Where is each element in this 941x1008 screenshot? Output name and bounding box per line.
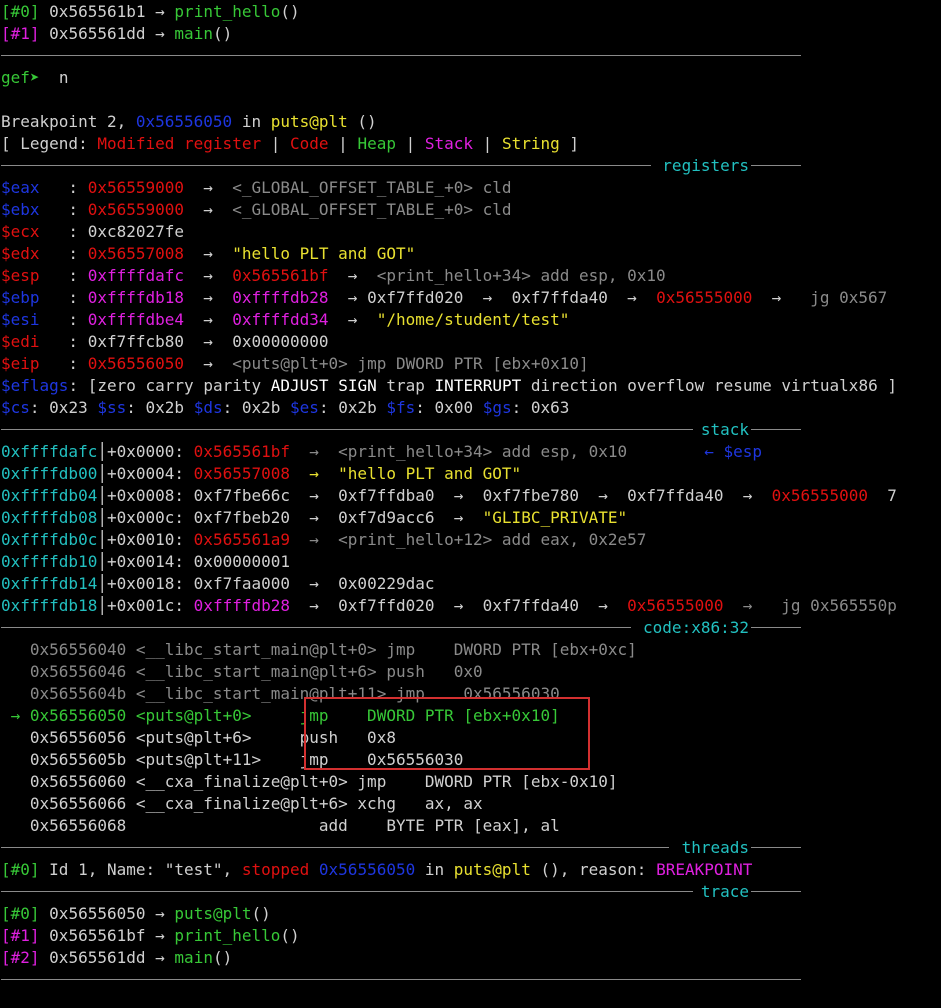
register-ebx: $ebx : 0x56559000 → <_GLOBAL_OFFSET_TABL… bbox=[1, 200, 512, 219]
highlight-box bbox=[304, 697, 590, 770]
trace-frame: [#0] 0x56556050 → puts@plt() bbox=[1, 904, 271, 923]
register-eax: $eax : 0x56559000 → <_GLOBAL_OFFSET_TABL… bbox=[1, 178, 512, 197]
registers-header: registers bbox=[1, 155, 941, 177]
backtrace-frame-0: [#0] 0x565561b1 → print_hello() bbox=[1, 2, 300, 21]
segment-registers: $cs: 0x23 $ss: 0x2b $ds: 0x2b $es: 0x2b … bbox=[1, 398, 570, 417]
stack-row: 0xffffdb00│+0x0004: 0x56557008 → "hello … bbox=[1, 464, 522, 483]
terminal[interactable]: [#0] 0x565561b1 → print_hello() [#1] 0x5… bbox=[1, 1, 941, 991]
stack-row: 0xffffdb18│+0x001c: 0xffffdb28 → 0xf7ffd… bbox=[1, 596, 897, 615]
register-eip: $eip : 0x56556050 → <puts@plt+0> jmp DWO… bbox=[1, 354, 589, 373]
register-edx: $edx : 0x56557008 → "hello PLT and GOT" bbox=[1, 244, 416, 263]
command-text: n bbox=[58, 68, 69, 87]
legend: [ Legend: Modified register | Code | Hea… bbox=[1, 134, 580, 153]
prompt-arrow-icon: ➤ bbox=[29, 68, 40, 87]
breakpoint-line: Breakpoint 2, 0x56556050 in puts@plt () bbox=[1, 112, 377, 131]
code-line: 0x56556068 add BYTE PTR [eax], al bbox=[29, 816, 560, 835]
code-line: 0x56556040 <__libc_start_main@plt+0> jmp… bbox=[29, 640, 637, 659]
backtrace-frame-1: [#1] 0x565561dd → main() bbox=[1, 24, 233, 43]
thread-line: [#0] Id 1, Name: "test", stopped 0x56556… bbox=[1, 860, 753, 879]
stack-header: stack bbox=[1, 419, 941, 441]
trace-header: trace bbox=[1, 881, 941, 903]
stack-row: 0xffffdb10│+0x0014: 0x00000001 bbox=[1, 552, 290, 571]
trace-frame: [#1] 0x565561bf → print_hello() bbox=[1, 926, 300, 945]
code-header: code:x86:32 bbox=[1, 617, 941, 639]
code-line: 0x56556060 <__cxa_finalize@plt+0> jmp DW… bbox=[29, 772, 618, 791]
current-instruction-arrow-icon: → bbox=[1, 706, 30, 725]
stack-row: 0xffffdb08│+0x000c: 0xf7fbeb20 → 0xf7d9a… bbox=[1, 508, 628, 527]
register-ebp: $ebp : 0xffffdb18 → 0xffffdb28 → 0xf7ffd… bbox=[1, 288, 888, 307]
divider bbox=[1, 969, 941, 991]
stack-row: 0xffffdb14│+0x0018: 0xf7faa000 → 0x00229… bbox=[1, 574, 435, 593]
trace-frame: [#2] 0x565561dd → main() bbox=[1, 948, 233, 967]
register-ecx: $ecx : 0xc82027fe bbox=[1, 222, 185, 241]
register-esp: $esp : 0xffffdafc → 0x565561bf → <print_… bbox=[1, 266, 666, 285]
stack-row: 0xffffdafc│+0x0000: 0x565561bf → <print_… bbox=[1, 442, 763, 461]
register-edi: $edi : 0xf7ffcb80 → 0x00000000 bbox=[1, 332, 329, 351]
prompt-line[interactable]: gef➤ n bbox=[1, 67, 941, 89]
code-line: 0x56556066 <__cxa_finalize@plt+6> xchg a… bbox=[29, 794, 483, 813]
stack-row: 0xffffdb04│+0x0008: 0xf7fbe66c → 0xf7ffd… bbox=[1, 486, 897, 505]
code-line: 0x56556046 <__libc_start_main@plt+6> pus… bbox=[29, 662, 483, 681]
threads-header: threads bbox=[1, 837, 941, 859]
stack-row: 0xffffdb0c│+0x0010: 0x565561a9 → <print_… bbox=[1, 530, 647, 549]
divider bbox=[1, 45, 941, 67]
register-eflags: $eflags: [zero carry parity ADJUST SIGN … bbox=[1, 376, 897, 395]
register-esi: $esi : 0xffffdbe4 → 0xffffdd34 → "/home/… bbox=[1, 310, 570, 329]
